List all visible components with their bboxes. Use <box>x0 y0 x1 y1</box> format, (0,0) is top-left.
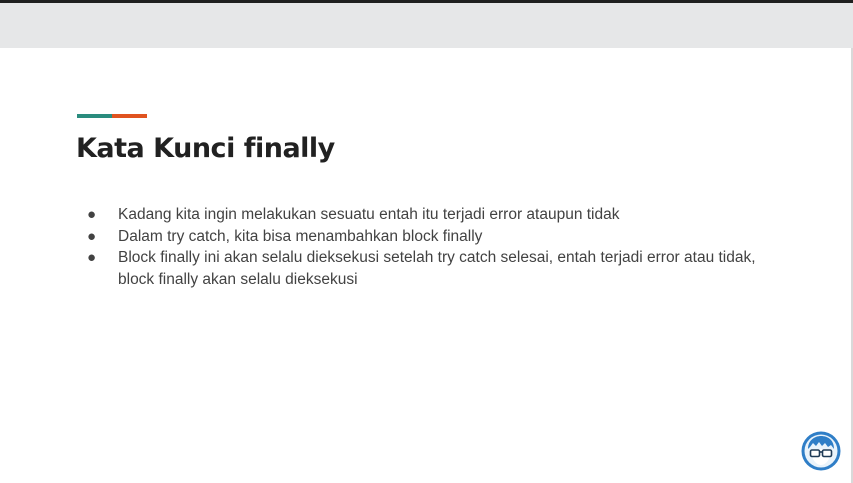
slide-top-bar <box>0 3 853 48</box>
accent-orange-segment <box>112 114 147 118</box>
bullet-text: Dalam try catch, kita bisa menambahkan b… <box>118 227 483 245</box>
bullet-dot: ● <box>87 206 97 223</box>
accent-teal-segment <box>77 114 112 118</box>
bullet-dot: ● <box>87 227 97 245</box>
bullet-dot: ● <box>87 249 97 266</box>
bullet-text: Block finally ini akan selalu dieksekusi… <box>118 249 756 288</box>
bullet-list: ● Kadang kita ingin melakukan sesuatu en… <box>87 204 787 290</box>
list-item: ● Kadang kita ingin melakukan sesuatu en… <box>87 204 787 226</box>
slide-title: Kata Kunci finally <box>76 133 335 164</box>
list-item: ● Dalam try catch, kita bisa menambahkan… <box>87 226 787 248</box>
list-item: ● Block finally ini akan selalu diekseku… <box>87 247 787 290</box>
title-accent-bar <box>77 114 147 118</box>
avatar-with-glasses-icon <box>801 431 841 471</box>
bullet-text: Kadang kita ingin melakukan sesuatu enta… <box>118 206 620 223</box>
